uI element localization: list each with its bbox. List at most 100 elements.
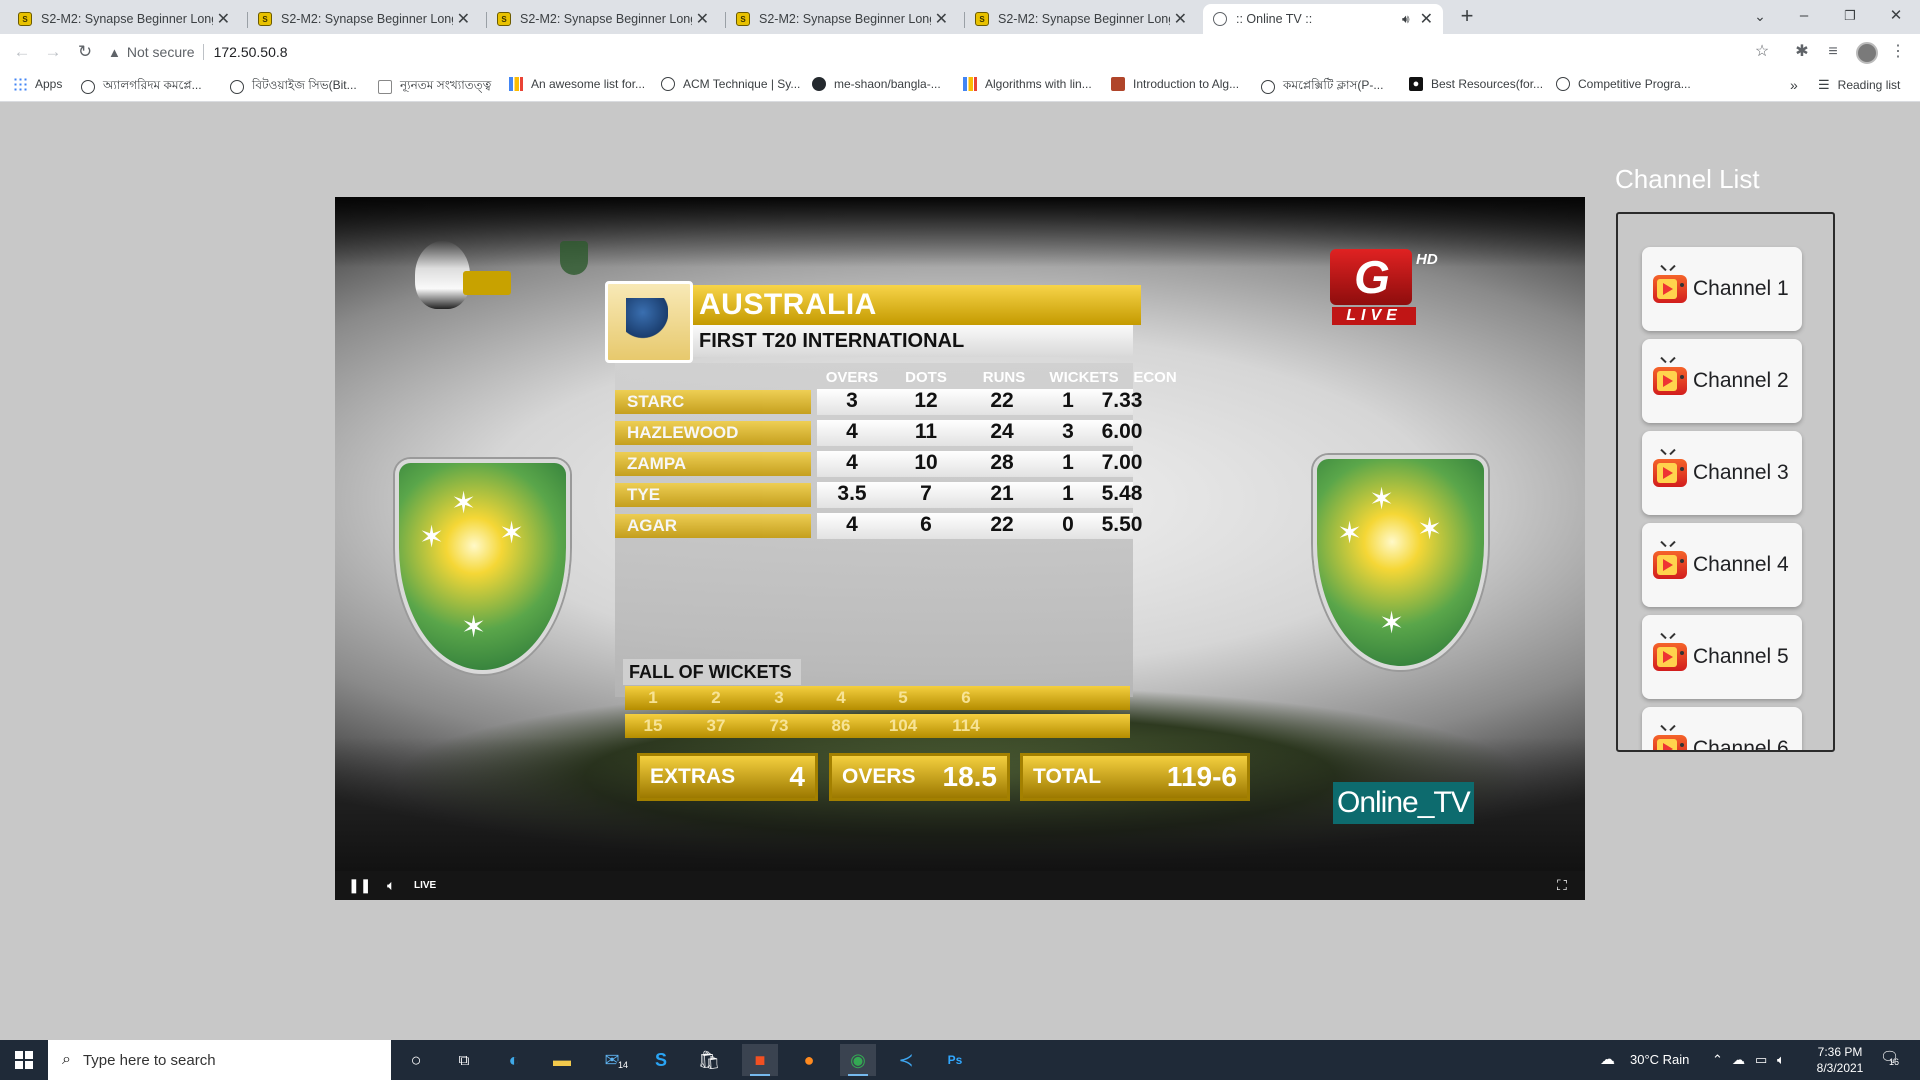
bookmark-apps[interactable]: Apps <box>13 77 62 91</box>
bookmarks-bar: Apps অ্যালগরিদম কমপ্লে... বিটওয়াইজ সিভ(… <box>0 70 1920 102</box>
warning-icon[interactable]: ▲ <box>108 45 121 60</box>
bookmark-item[interactable]: বিটওয়াইজ সিভ(Bit... <box>230 77 357 97</box>
globe-icon <box>1261 80 1275 94</box>
browser-tab[interactable]: S S2-M2: Synapse Beginner Long 2 ✕ <box>965 4 1197 34</box>
channel-button[interactable]: Channel 1 <box>1642 247 1802 331</box>
channel-button[interactable]: Channel 4 <box>1642 523 1802 607</box>
forward-button[interactable]: → <box>41 40 65 64</box>
col-dots: DOTS <box>905 369 947 386</box>
restore-button[interactable]: ❐ <box>1828 0 1872 32</box>
bookmark-item[interactable]: অ্যালগরিদম কমপ্লে... <box>81 77 202 97</box>
pause-icon[interactable]: ❚❚ <box>348 878 371 892</box>
tab-close-icon[interactable]: ✕ <box>696 9 709 29</box>
online-tv-watermark: Online_TV <box>1333 782 1474 824</box>
address-bar[interactable]: ▲ Not secure 172.50.50.8 <box>108 39 1788 65</box>
fall-of-wickets-table: 1 2 3 4 5 6 15 37 73 86 104 114 <box>625 686 1130 738</box>
tv-icon <box>1653 735 1687 750</box>
team-name: AUSTRALIA <box>693 285 1141 325</box>
browser-tab[interactable]: S S2-M2: Synapse Beginner Long 2 ✕ <box>8 4 240 34</box>
tv-icon <box>1653 459 1687 487</box>
browser-tab-strip: S S2-M2: Synapse Beginner Long 2 ✕ S S2-… <box>0 0 1920 34</box>
chevron-up-icon[interactable]: ⌃ <box>1712 1052 1723 1068</box>
extras-box: EXTRAS 4 <box>637 753 818 801</box>
fall-of-wickets-title: FALL OF WICKETS <box>623 659 801 685</box>
tv-icon <box>1653 551 1687 579</box>
tab-close-icon[interactable]: ✕ <box>1174 9 1187 29</box>
tab-search-icon[interactable]: ⌄ <box>1738 0 1782 32</box>
speaker-icon[interactable]: 🔊︎ <box>1402 12 1410 27</box>
col-overs: OVERS <box>825 369 879 386</box>
player-controls: ❚❚ 🔈︎ LIVE ⛶ <box>335 871 1585 900</box>
window-close-button[interactable]: ✕ <box>1874 0 1918 32</box>
onedrive-icon[interactable]: ☁ <box>1732 1052 1745 1068</box>
weather-cloud-icon[interactable]: ☁ <box>1600 1050 1615 1068</box>
browser-tab[interactable]: S S2-M2: Synapse Beginner Long 2 ✕ <box>487 4 719 34</box>
channel-button[interactable]: Channel 6 <box>1642 707 1802 750</box>
live-indicator: LIVE <box>414 880 437 891</box>
system-tray: ☁ 30°C Rain ⌃ ☁ ▭ 🔈︎ 7:36 PM 8/3/2021 🗨︎… <box>0 1040 1920 1080</box>
minimize-button[interactable]: – <box>1782 0 1826 32</box>
book-icon <box>1111 77 1125 91</box>
bookmark-item[interactable]: Competitive Progra... <box>1556 77 1691 91</box>
video-player[interactable]: ✶ ✶ ✶ ✶ ✶ ✶ ✶ ✶ G HD LIVE AUSTRALIA FIRST T2… <box>335 197 1585 900</box>
synapse-favicon-icon: S <box>258 12 272 26</box>
new-tab-button[interactable]: + <box>1454 4 1480 30</box>
browser-tab[interactable]: S S2-M2: Synapse Beginner Long 2 ✕ <box>248 4 480 34</box>
bookmark-item[interactable]: কমপ্লেক্সিটি ক্লাস(P-... <box>1261 77 1383 97</box>
extensions-icon[interactable]: ✱ <box>1791 42 1813 64</box>
bowler-row: AGAR 4 6 22 0 5.50 <box>615 512 1142 540</box>
channel-list-panel[interactable]: Channel 1 Channel 2 Channel 3 Channel 4 … <box>1616 212 1835 752</box>
tab-close-icon[interactable]: ✕ <box>457 9 470 29</box>
weather-text[interactable]: 30°C Rain <box>1630 1052 1689 1067</box>
video-frame[interactable]: ✶ ✶ ✶ ✶ ✶ ✶ ✶ ✶ G HD LIVE AUSTRALIA FIRST T2… <box>335 197 1585 871</box>
channel-button[interactable]: Channel 3 <box>1642 431 1802 515</box>
globe-icon <box>1213 12 1227 26</box>
volume-icon[interactable]: 🔈︎ <box>387 878 395 892</box>
medium-icon: ● <box>1409 77 1423 91</box>
back-button[interactable]: ← <box>10 40 34 64</box>
globe-icon <box>1556 77 1570 91</box>
tab-close-icon[interactable]: ✕ <box>935 9 948 29</box>
clock[interactable]: 7:36 PM 8/3/2021 <box>1805 1044 1875 1076</box>
cricket-board-crest-icon <box>560 241 588 275</box>
bookmark-item[interactable]: Introduction to Alg... <box>1111 77 1239 91</box>
col-runs: RUNS <box>982 369 1026 386</box>
reload-button[interactable]: ↻ <box>73 40 97 64</box>
bookmark-item[interactable]: Algorithms with lin... <box>963 77 1092 91</box>
bookmark-item[interactable]: An awesome list for... <box>509 77 645 91</box>
australia-cricket-shield-icon: ✶ ✶ ✶ ✶ <box>1313 455 1488 670</box>
chart-icon <box>509 77 523 91</box>
tab-close-icon[interactable]: ✕ <box>217 9 230 29</box>
channel-button[interactable]: Channel 5 <box>1642 615 1802 699</box>
tab-close-icon[interactable]: ✕ <box>1420 9 1433 29</box>
bowler-row: ZAMPA 4 10 28 1 7.00 <box>615 450 1142 478</box>
windows-taskbar: ⌕ Type here to search ○ ⧉ ◐ ▬ ✉ 14 S 🛍︎ ■… <box>0 1040 1920 1080</box>
browser-tab-active[interactable]: :: Online TV :: 🔊︎ ✕ <box>1203 4 1443 34</box>
speaker-icon[interactable]: 🔈︎ <box>1777 1052 1785 1068</box>
bookmark-star-icon[interactable]: ☆ <box>1751 42 1773 64</box>
bookmark-item[interactable]: ● Best Resources(for... <box>1409 77 1543 91</box>
reading-list-button[interactable]: ☰ Reading list <box>1818 77 1900 93</box>
channel-button[interactable]: Channel 2 <box>1642 339 1802 423</box>
fullscreen-icon[interactable]: ⛶ <box>1557 878 1567 892</box>
reading-list-icon: ☰ <box>1818 77 1830 92</box>
col-econ: ECON <box>1133 369 1177 386</box>
bookmark-item[interactable]: ন্যূনতম সংখ্যাতত্ত্ব <box>378 77 491 97</box>
gtv-live-logo: G HD LIVE <box>1330 249 1440 327</box>
bookmark-item[interactable]: ACM Technique | Sy... <box>661 77 800 91</box>
network-icon[interactable]: ▭ <box>1755 1052 1767 1068</box>
notification-icon[interactable]: 🗨︎ 16 <box>1880 1048 1899 1067</box>
media-control-icon[interactable]: ≡ <box>1822 42 1844 64</box>
total-box: TOTAL 119-6 <box>1020 753 1250 801</box>
tv-icon <box>1653 367 1687 395</box>
profile-avatar[interactable] <box>1856 42 1878 64</box>
apps-grid-icon <box>13 77 27 91</box>
url-text[interactable]: 172.50.50.8 <box>214 44 288 60</box>
synapse-favicon-icon: S <box>18 12 32 26</box>
bowler-row: HAZLEWOOD 4 11 24 3 6.00 <box>615 419 1142 447</box>
more-bookmarks-button[interactable]: » <box>1790 77 1798 93</box>
menu-kebab-icon[interactable]: ⋮ <box>1887 42 1909 64</box>
col-wickets: WICKETS <box>1049 369 1119 386</box>
bookmark-item[interactable]: me-shaon/bangla-... <box>812 77 941 91</box>
browser-tab[interactable]: S S2-M2: Synapse Beginner Long 2 ✕ <box>726 4 958 34</box>
